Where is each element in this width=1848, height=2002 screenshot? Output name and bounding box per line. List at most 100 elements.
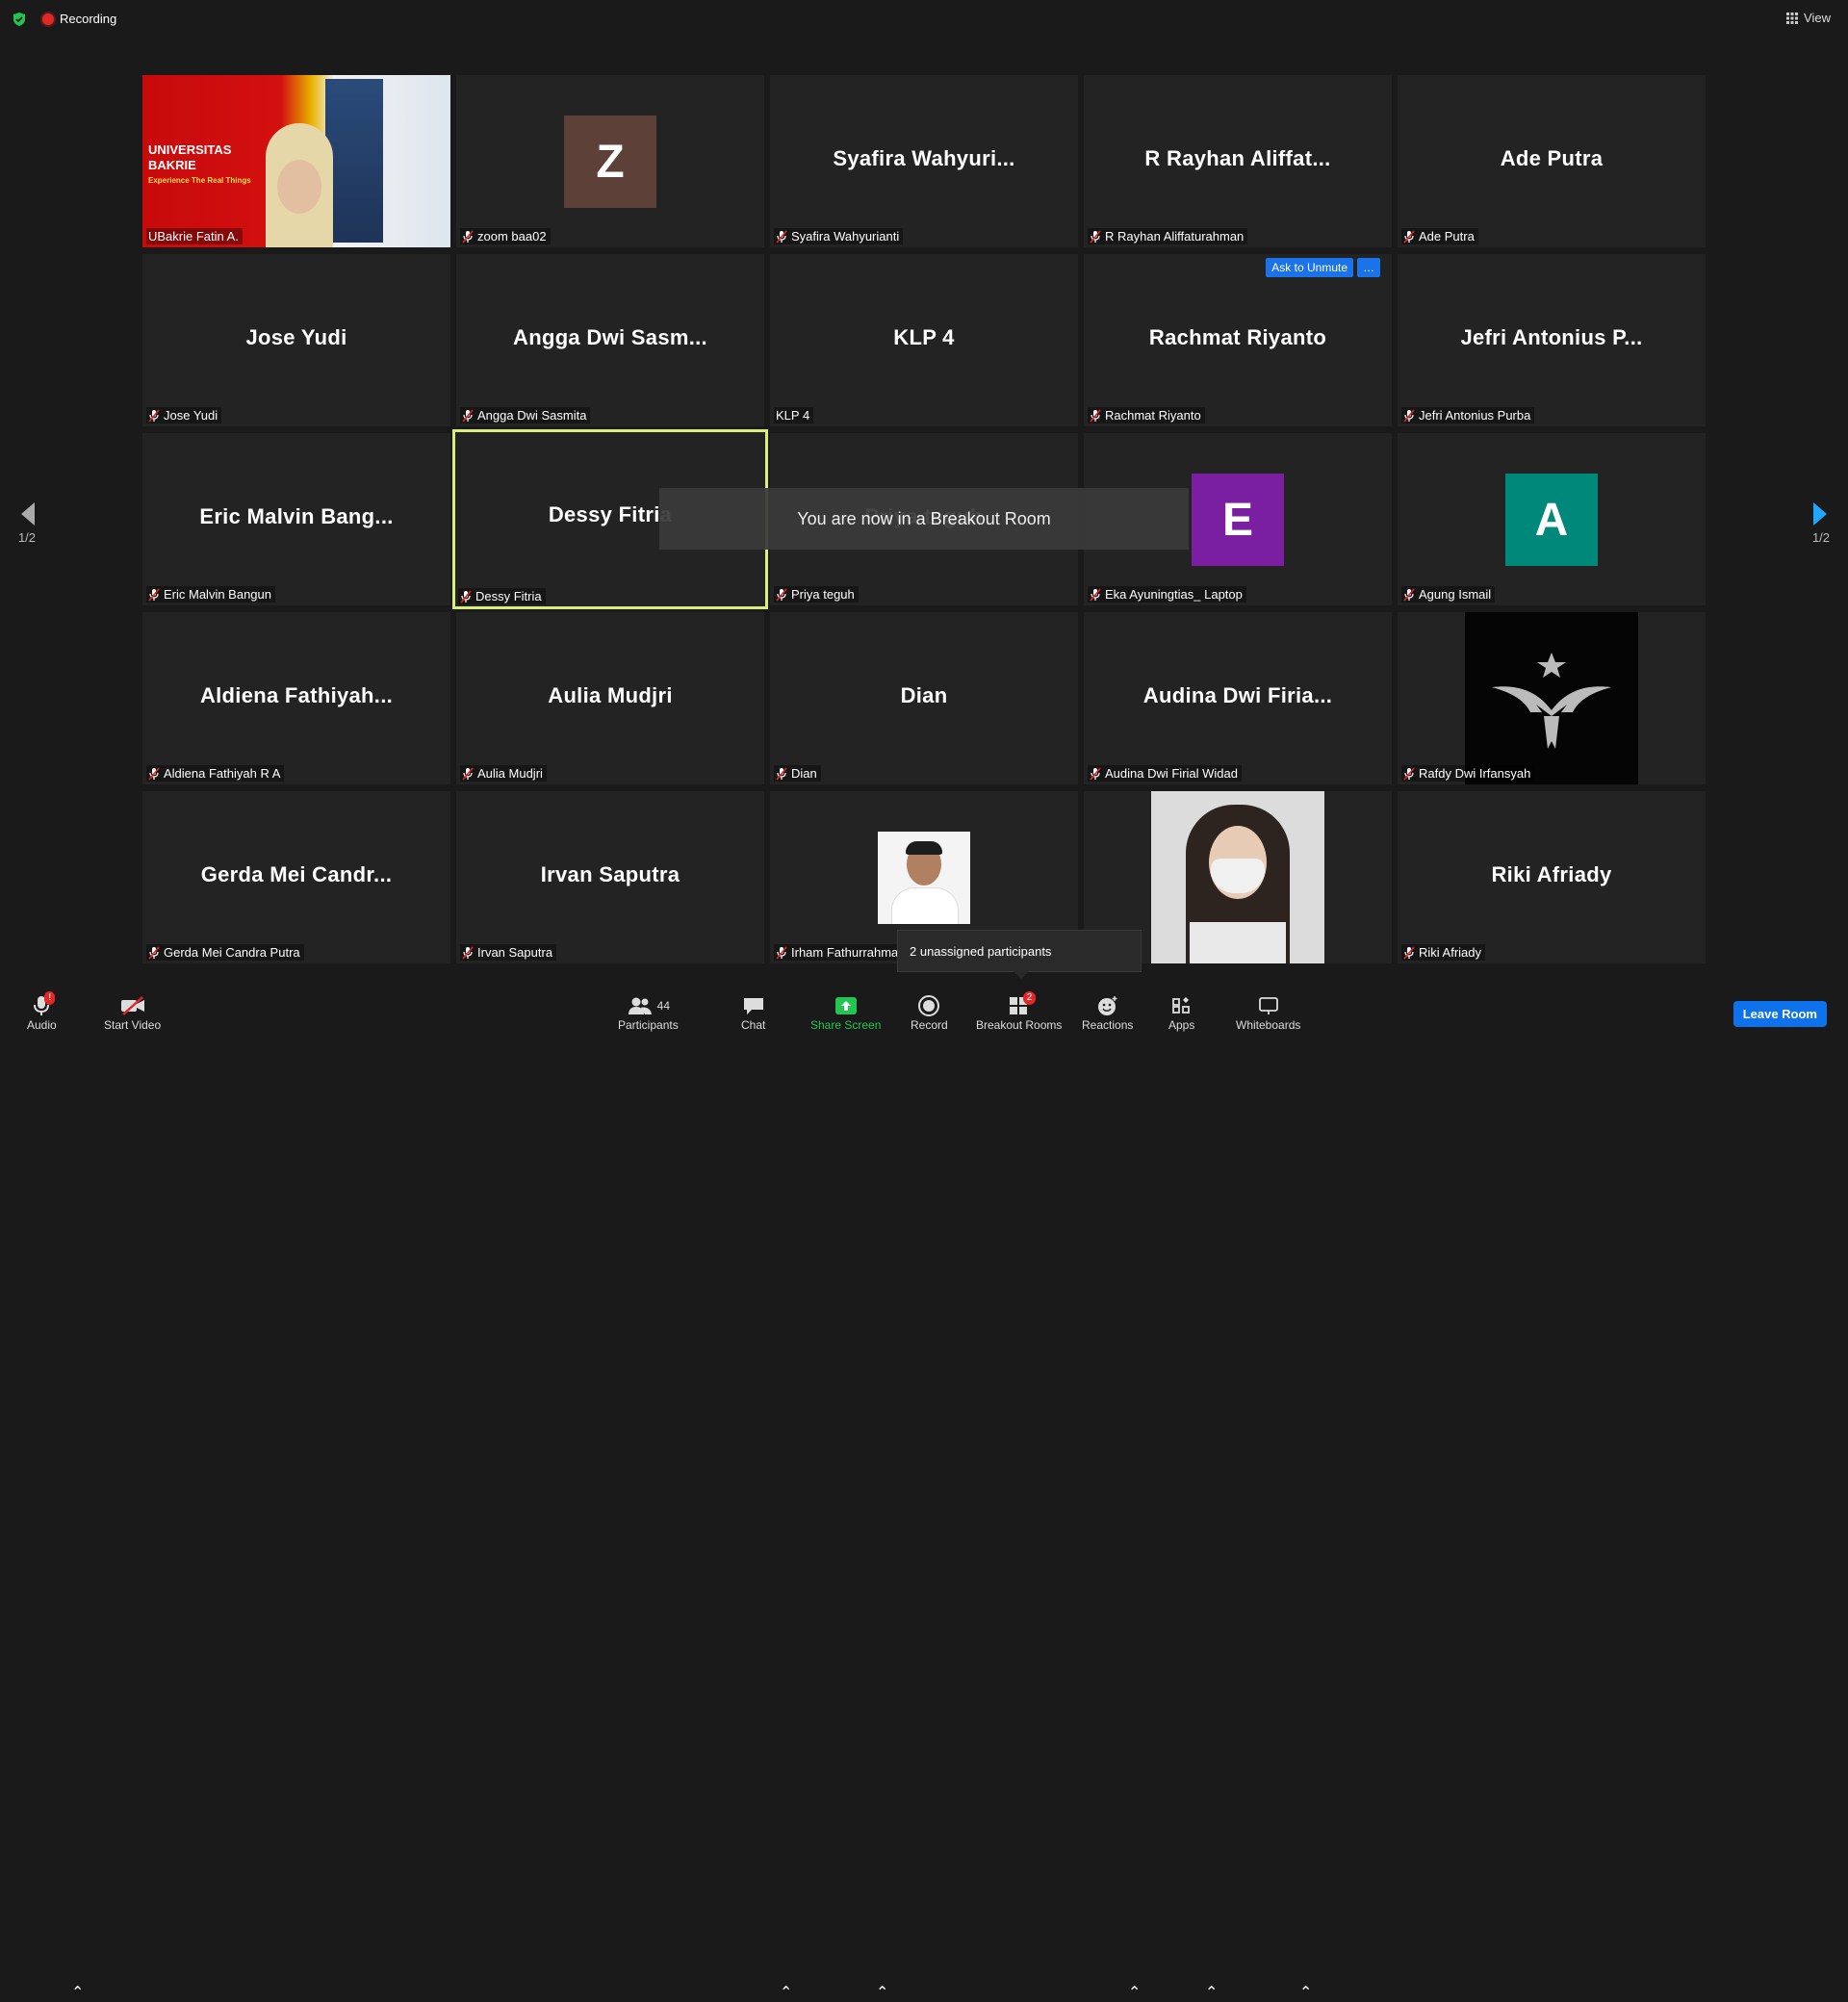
reactions-options-caret-icon[interactable]: ⌃ bbox=[1128, 1983, 1141, 2002]
participant-name: Eka Ayuningtias_ Laptop bbox=[1105, 587, 1243, 602]
participant-tile[interactable]: Irvan Saputra Irvan Saputra bbox=[456, 791, 764, 963]
participant-name: UBakrie Fatin A. bbox=[148, 229, 239, 244]
apps-button[interactable]: Apps bbox=[1168, 993, 1194, 1032]
recording-indicator[interactable]: Recording bbox=[42, 12, 116, 26]
participant-name: Irham Fathurrahma bbox=[791, 945, 899, 960]
apps-icon bbox=[1171, 997, 1190, 1014]
breakout-rooms-button[interactable]: 2 Breakout Rooms bbox=[976, 991, 1062, 1032]
ask-to-unmute-button[interactable]: Ask to Unmute bbox=[1266, 258, 1353, 277]
mic-muted-icon bbox=[148, 587, 160, 602]
page-indicator-left: 1/2 bbox=[17, 530, 37, 545]
banner-title-line1: UNIVERSITAS bbox=[148, 142, 232, 157]
start-video-label: Start Video bbox=[104, 1018, 162, 1032]
participant-name-label: Aulia Mudjri bbox=[460, 765, 547, 782]
mic-muted-icon bbox=[460, 589, 472, 603]
reactions-label: Reactions bbox=[1082, 1018, 1134, 1032]
building-shape bbox=[325, 79, 383, 243]
more-options-button[interactable]: … bbox=[1357, 258, 1380, 277]
participant-tile[interactable]: Eric Malvin Bang... Eric Malvin Bangun bbox=[142, 433, 450, 605]
participant-tile[interactable]: Angga Dwi Sasm... Angga Dwi Sasmita bbox=[456, 254, 764, 426]
record-button[interactable]: Record bbox=[911, 993, 948, 1032]
participants-button[interactable]: 44 Participants bbox=[618, 993, 679, 1032]
mic-muted-icon bbox=[1403, 408, 1415, 423]
chat-button[interactable]: Chat bbox=[741, 993, 765, 1032]
participant-tile[interactable]: Dian Dian bbox=[770, 612, 1078, 784]
participant-tile[interactable]: KLP 4 KLP 4 bbox=[770, 254, 1078, 426]
next-page-button[interactable]: 1/2 bbox=[1802, 500, 1840, 545]
participant-name-large: Aldiena Fathiyah... bbox=[199, 683, 394, 707]
previous-page-button[interactable]: 1/2 bbox=[8, 500, 46, 545]
record-icon bbox=[918, 995, 940, 1016]
participant-tile[interactable]: R Rayhan Aliffat... R Rayhan Aliffaturahm… bbox=[1084, 75, 1392, 247]
profile-photo bbox=[1151, 791, 1324, 963]
security-shield-icon[interactable] bbox=[12, 12, 27, 27]
mic-muted-icon bbox=[1403, 766, 1415, 781]
mic-muted-icon bbox=[148, 408, 160, 423]
participant-name: KLP 4 bbox=[776, 408, 810, 423]
mic-muted-icon bbox=[776, 229, 787, 244]
participant-name: Aulia Mudjri bbox=[477, 766, 543, 781]
participant-name-large: Jefri Antonius P... bbox=[1460, 325, 1643, 349]
chat-label: Chat bbox=[741, 1018, 766, 1032]
participant-name-large: Eric Malvin Bang... bbox=[199, 504, 394, 528]
breakout-rooms-badge: 2 bbox=[1022, 991, 1037, 1005]
mic-muted-icon bbox=[148, 766, 160, 781]
participants-count: 44 bbox=[656, 999, 671, 1013]
audio-label: Audio bbox=[27, 1018, 57, 1032]
participant-tile[interactable]: Zzoom baa02 bbox=[456, 75, 764, 247]
mic-muted-icon bbox=[1403, 587, 1415, 602]
participant-name-large: R Rayhan Aliffat... bbox=[1144, 146, 1331, 170]
apps-options-caret-icon[interactable]: ⌃ bbox=[1205, 1983, 1218, 2002]
participant-name-large: Ade Putra bbox=[1500, 146, 1604, 170]
participant-tile[interactable]: Rachmat Riyanto Rachmat Riyanto Ask to Unm… bbox=[1084, 254, 1392, 426]
participant-tile[interactable]: Rafdy Dwi Irfansyah bbox=[1398, 612, 1706, 784]
participant-name: Rachmat Riyanto bbox=[1105, 408, 1201, 423]
participant-name: Ade Putra bbox=[1419, 229, 1475, 244]
arrow-right-icon bbox=[1813, 502, 1827, 526]
whiteboards-button[interactable]: Whiteboards bbox=[1236, 993, 1300, 1032]
leave-room-button[interactable]: Leave Room bbox=[1732, 1001, 1827, 1027]
share-screen-button[interactable]: Share Screen bbox=[810, 993, 881, 1032]
participant-name-label: Riki Afriady bbox=[1401, 944, 1486, 961]
audio-button[interactable]: ! Audio bbox=[27, 991, 57, 1032]
start-video-button[interactable]: Start Video bbox=[104, 993, 161, 1032]
audio-options-caret-icon[interactable]: ⌃ bbox=[71, 1983, 84, 2002]
participant-tile[interactable]: Aldiena Fathiyah... Aldiena Fathiyah R A bbox=[142, 612, 450, 784]
participant-name: Irvan Saputra bbox=[477, 945, 553, 960]
mic-muted-icon bbox=[462, 229, 474, 244]
participant-tile[interactable]: Aulia Mudjri Aulia Mudjri bbox=[456, 612, 764, 784]
unassigned-participants-tooltip[interactable]: 2 unassigned participants bbox=[897, 930, 1142, 979]
apps-label: Apps bbox=[1168, 1018, 1195, 1032]
whiteboards-options-caret-icon[interactable]: ⌃ bbox=[1299, 1983, 1312, 2002]
participant-tile[interactable]: Jose Yudi Jose Yudi bbox=[142, 254, 450, 426]
participant-tile[interactable]: Syafira Wahyuri... Syafira Wahyurianti bbox=[770, 75, 1078, 247]
participant-name-label: Eric Malvin Bangun bbox=[146, 586, 275, 603]
reactions-button[interactable]: Reactions bbox=[1082, 993, 1133, 1032]
share-options-caret-icon[interactable]: ⌃ bbox=[876, 1983, 888, 2002]
participant-name-label: Dessy Fitria bbox=[458, 588, 546, 604]
participant-name: Riki Afriady bbox=[1419, 945, 1482, 960]
mic-muted-icon bbox=[462, 766, 474, 781]
chat-bubble-icon bbox=[743, 998, 763, 1014]
participant-tile[interactable]: Gerda Mei Candr... Gerda Mei Candra Putra bbox=[142, 791, 450, 963]
recording-label: Recording bbox=[60, 12, 117, 26]
participant-tile[interactable]: Ade Putra Ade Putra bbox=[1398, 75, 1706, 247]
mic-muted-icon bbox=[776, 945, 787, 960]
video-off-icon bbox=[120, 996, 144, 1015]
participant-tile[interactable]: A Agung Ismail bbox=[1398, 433, 1706, 605]
chat-options-caret-icon[interactable]: ⌃ bbox=[780, 1983, 792, 2002]
participant-name-label: Rachmat Riyanto bbox=[1088, 407, 1205, 424]
participant-name-large: Audina Dwi Firia... bbox=[1142, 683, 1333, 707]
mic-muted-icon bbox=[148, 945, 160, 960]
participant-name-large: Irvan Saputra bbox=[540, 862, 680, 886]
participant-tile[interactable]: Riki Afriady Riki Afriady bbox=[1398, 791, 1706, 963]
participant-tile[interactable]: Jefri Antonius P... Jefri Antonius Purba bbox=[1398, 254, 1706, 426]
tile-actions: Ask to Unmute… bbox=[1266, 258, 1380, 277]
participant-name-label: Irvan Saputra bbox=[460, 944, 557, 961]
participant-name: Eric Malvin Bangun bbox=[164, 587, 271, 602]
participant-tile[interactable]: UNIVERSITAS BAKRIE Experience The Real Thi… bbox=[142, 75, 450, 247]
participant-tile[interactable]: Audina Dwi Firia... Audina Dwi Firial Wid… bbox=[1084, 612, 1392, 784]
view-button[interactable]: View bbox=[1786, 11, 1831, 25]
participant-name-label: Agung Ismail bbox=[1401, 586, 1496, 603]
participant-name-label: UBakrie Fatin A. bbox=[146, 228, 243, 244]
